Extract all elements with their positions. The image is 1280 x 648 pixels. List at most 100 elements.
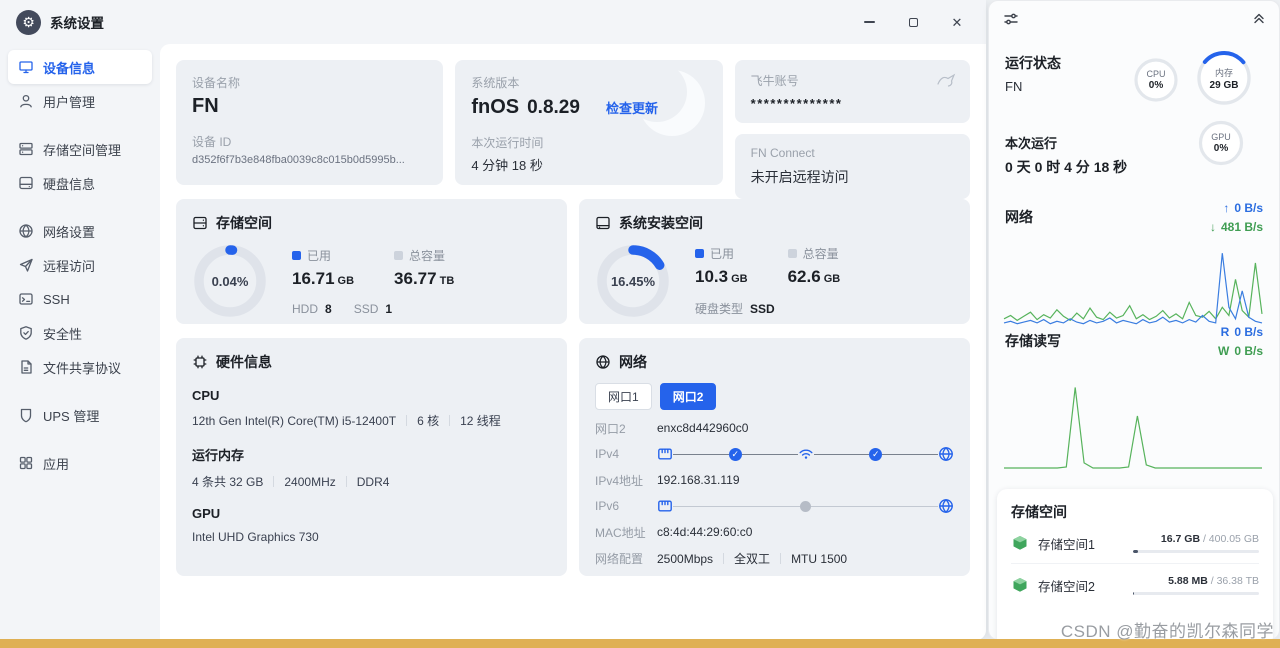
sidebar-item-apps[interactable]: 应用	[8, 446, 152, 480]
uptime-value: 4 分钟 18 秒	[471, 155, 706, 174]
sidebar-item-label: SSH	[43, 292, 70, 307]
device-id-label: 设备 ID	[192, 133, 427, 150]
check-update-button[interactable]: 检查更新	[606, 98, 658, 117]
disk-type-label: 硬盘类型	[695, 302, 743, 316]
ipv4-link-diagram: ✓ ✓	[657, 446, 954, 462]
desktop: ⚙ 系统设置 ✕ 设备信息 用户管理 存储空间管理	[0, 0, 1280, 648]
used-label: 已用	[710, 245, 734, 262]
account-value: **************	[751, 96, 954, 111]
panel-network-title: 网络	[1005, 207, 1033, 227]
read-speed: 0 B/s	[1234, 325, 1263, 339]
sidebar-item-file-sharing[interactable]: 文件共享协议	[8, 350, 152, 384]
minimize-button[interactable]	[862, 15, 876, 29]
maximize-button[interactable]	[906, 15, 920, 29]
hardware-card: 硬件信息 CPU 12th Gen Intel(R) Core(TM) i5-1…	[176, 338, 567, 576]
mtu-value: MTU 1500	[791, 552, 847, 566]
sidebar: 设备信息 用户管理 存储空间管理 硬盘信息 网络设置 远程访问	[0, 44, 160, 640]
used-value: 10.3	[695, 267, 728, 286]
tab-port1[interactable]: 网口1	[595, 383, 652, 410]
uptime-label: 本次运行时间	[471, 134, 706, 151]
link-check-icon: ✓	[729, 448, 742, 461]
mac-address: c8:4d:44:29:60:c0	[657, 525, 752, 539]
cpu-label: CPU	[192, 388, 551, 403]
sidebar-item-disk-info[interactable]: 硬盘信息	[8, 166, 152, 200]
cpu-gauge: CPU0%	[1133, 57, 1179, 103]
volume-cube-icon	[1011, 576, 1029, 594]
write-speed: 0 B/s	[1234, 344, 1263, 358]
cpu-cores: 6 核	[417, 412, 439, 429]
link-speed: 2500Mbps	[657, 552, 713, 566]
document-icon	[18, 359, 34, 375]
sidebar-item-label: 应用	[43, 454, 69, 473]
cpu-gauge-value: 0%	[1149, 80, 1163, 91]
paper-plane-icon	[18, 257, 34, 273]
volume-total: / 400.05 GB	[1200, 533, 1259, 545]
account-card: 飞牛账号 **************	[735, 60, 970, 123]
sidebar-item-ups[interactable]: UPS 管理	[8, 398, 152, 432]
mac-address-label: MAC地址	[595, 524, 657, 541]
storage-card-title: 存储空间	[216, 213, 272, 233]
panel-collapse-button[interactable]	[1251, 9, 1267, 30]
ups-shield-icon	[18, 407, 34, 423]
panel-storage-title: 存储空间	[1011, 502, 1259, 522]
ram-type: DDR4	[357, 475, 390, 489]
gpu-model: Intel UHD Graphics 730	[192, 530, 319, 544]
sidebar-item-security[interactable]: 安全性	[8, 316, 152, 350]
sidebar-item-label: 远程访问	[43, 256, 95, 275]
network-traffic-chart	[1003, 241, 1263, 329]
device-card: 设备名称 FN 设备 ID d352f6f7b3e848fba0039c8c01…	[176, 60, 443, 185]
device-id: d352f6f7b3e848fba0039c8c015b0d5995b...	[192, 154, 427, 166]
used-value: 16.71	[292, 269, 335, 288]
used-unit: GB	[338, 275, 355, 287]
volume-row-1[interactable]: 存储空间1 16.7 GB / 400.05 GB	[1011, 522, 1259, 563]
system-donut: 16.45%	[595, 243, 671, 319]
window-title: 系统设置	[50, 12, 104, 32]
port-value: enxc8d442960c0	[657, 421, 748, 435]
sidebar-item-user-management[interactable]: 用户管理	[8, 84, 152, 118]
sidebar-item-label: 设备信息	[43, 58, 95, 77]
sidebar-item-storage-management[interactable]: 存储空间管理	[8, 132, 152, 166]
window-controls: ✕	[862, 15, 970, 29]
sidebar-item-ssh[interactable]: SSH	[8, 282, 152, 316]
hdd-count: 8	[325, 302, 332, 316]
panel-filter-button[interactable]	[1003, 11, 1019, 32]
os-name: fnOS	[471, 96, 519, 119]
fn-connect-status: 未开启远程访问	[751, 167, 954, 187]
gpu-gauge: GPU0%	[1197, 119, 1245, 167]
storage-rw-title: 存储读写	[1005, 331, 1061, 351]
hardware-card-title: 硬件信息	[216, 352, 272, 372]
shield-check-icon	[18, 325, 34, 341]
panel-uptime-value: 0 天 0 时 4 分 18 秒	[1005, 157, 1127, 177]
disk-type-value: SSD	[750, 302, 775, 316]
sidebar-item-label: 硬盘信息	[43, 174, 95, 193]
memory-gauge-label: 内存	[1215, 66, 1233, 79]
volume-row-2[interactable]: 存储空间2 5.88 MB / 36.38 TB	[1011, 563, 1259, 605]
terminal-icon	[18, 291, 34, 307]
sidebar-item-network-settings[interactable]: 网络设置	[8, 214, 152, 248]
cpu-threads: 12 线程	[460, 412, 501, 429]
fn-connect-card: FN Connect 未开启远程访问	[735, 134, 970, 199]
status-title: 运行状态	[1005, 53, 1061, 73]
read-label: R	[1221, 325, 1230, 339]
storage-percent: 0.04%	[192, 243, 268, 319]
account-label: 飞牛账号	[751, 72, 954, 89]
sidebar-item-label: UPS 管理	[43, 406, 99, 425]
ipv4-address-label: IPv4地址	[595, 472, 657, 489]
upload-speed: 0 B/s	[1234, 201, 1263, 215]
sidebar-item-device-info[interactable]: 设备信息	[8, 50, 152, 84]
storage-space-card: 存储空间 0.04%	[176, 199, 567, 324]
network-card-title: 网络	[619, 352, 647, 372]
storage-donut: 0.04%	[192, 243, 268, 319]
system-percent: 16.45%	[595, 243, 671, 319]
sidebar-item-remote-access[interactable]: 远程访问	[8, 248, 152, 282]
cpu-model: 12th Gen Intel(R) Core(TM) i5-12400T	[192, 414, 396, 428]
sidebar-item-label: 文件共享协议	[43, 358, 121, 377]
fn-connect-label: FN Connect	[751, 146, 954, 160]
close-button[interactable]: ✕	[950, 15, 964, 29]
system-install-card: 系统安装空间 16.45%	[579, 199, 970, 324]
memory-gauge-value: 29 GB	[1210, 80, 1239, 91]
ipv4-label: IPv4	[595, 447, 657, 461]
gpu-label: GPU	[192, 506, 551, 521]
internet-globe-icon	[938, 498, 954, 514]
tab-port2[interactable]: 网口2	[660, 383, 717, 410]
